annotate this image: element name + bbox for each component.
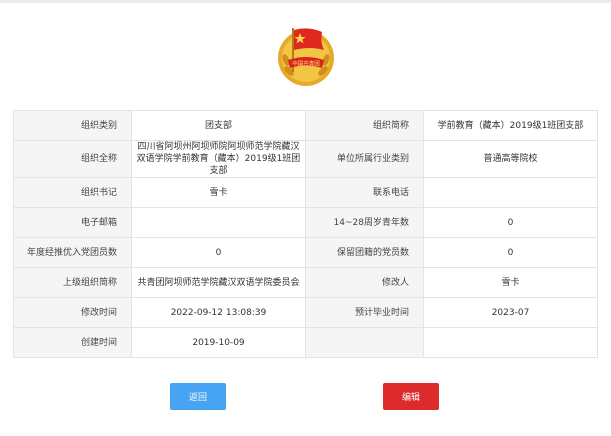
field-label xyxy=(305,327,424,358)
field-value: 学前教育（藏本）2019级1班团支部 xyxy=(423,110,598,141)
field-label: 创建时间 xyxy=(13,327,132,358)
field-label: 电子邮箱 xyxy=(13,207,132,238)
field-label: 单位所属行业类别 xyxy=(305,140,424,178)
field-label: 组织全称 xyxy=(13,140,132,178)
field-label: 组织类别 xyxy=(13,110,132,141)
field-label: 组织书记 xyxy=(13,177,132,208)
organization-info-table: 组织类别 团支部 组织简称 学前教育（藏本）2019级1班团支部 组织全称 四川省阿坝州阿… xyxy=(13,110,598,358)
field-label: 保留团籍的党员数 xyxy=(305,237,424,268)
organization-info-body: 组织类别 团支部 组织简称 学前教育（藏本）2019级1班团支部 组织全称 四川省阿坝州阿… xyxy=(13,110,598,358)
table-row: 组织类别 团支部 组织简称 学前教育（藏本）2019级1班团支部 xyxy=(13,110,598,141)
field-label: 预计毕业时间 xyxy=(305,297,424,328)
field-value: 0 xyxy=(423,207,598,238)
field-label: 修改时间 xyxy=(13,297,132,328)
field-label: 年度经推优入党团员数 xyxy=(13,237,132,268)
field-value xyxy=(423,327,598,358)
field-value xyxy=(423,177,598,208)
emblem-text: 中国共青团 xyxy=(292,60,320,68)
field-value: 2019-10-09 xyxy=(131,327,306,358)
field-value: 0 xyxy=(131,237,306,268)
field-label: 修改人 xyxy=(305,267,424,298)
table-row: 创建时间 2019-10-09 xyxy=(13,327,598,358)
table-row: 组织书记 雪卡 联系电话 xyxy=(13,177,598,208)
field-label: 联系电话 xyxy=(305,177,424,208)
table-row: 组织全称 四川省阿坝州阿坝师院阿坝师范学院藏汉双语学院学前教育（藏本）2019级1… xyxy=(13,140,598,178)
field-label: 组织简称 xyxy=(305,110,424,141)
edit-button[interactable]: 编辑 xyxy=(383,383,439,410)
field-label: 14~28周岁青年数 xyxy=(305,207,424,238)
field-value: 四川省阿坝州阿坝师院阿坝师范学院藏汉双语学院学前教育（藏本）2019级1班团支部 xyxy=(131,140,306,178)
field-value: 团支部 xyxy=(131,110,306,141)
back-button[interactable]: 返回 xyxy=(170,383,226,410)
field-value: 普通高等院校 xyxy=(423,140,598,178)
field-value: 雪卡 xyxy=(423,267,598,298)
table-row: 上级组织简称 共青团阿坝师范学院藏汉双语学院委员会 修改人 雪卡 xyxy=(13,267,598,298)
table-row: 修改时间 2022-09-12 13:08:39 预计毕业时间 2023-07 xyxy=(13,297,598,328)
field-value: 2023-07 xyxy=(423,297,598,328)
table-row: 电子邮箱 14~28周岁青年数 0 xyxy=(13,207,598,238)
table-row: 年度经推优入党团员数 0 保留团籍的党员数 0 xyxy=(13,237,598,268)
field-value: 雪卡 xyxy=(131,177,306,208)
field-value: 共青团阿坝师范学院藏汉双语学院委员会 xyxy=(131,267,306,298)
field-label: 上级组织简称 xyxy=(13,267,132,298)
field-value: 2022-09-12 13:08:39 xyxy=(131,297,306,328)
field-value: 0 xyxy=(423,237,598,268)
communist-youth-league-emblem-icon: 中国共青团 xyxy=(270,20,342,92)
top-divider xyxy=(0,0,611,3)
field-value xyxy=(131,207,306,238)
